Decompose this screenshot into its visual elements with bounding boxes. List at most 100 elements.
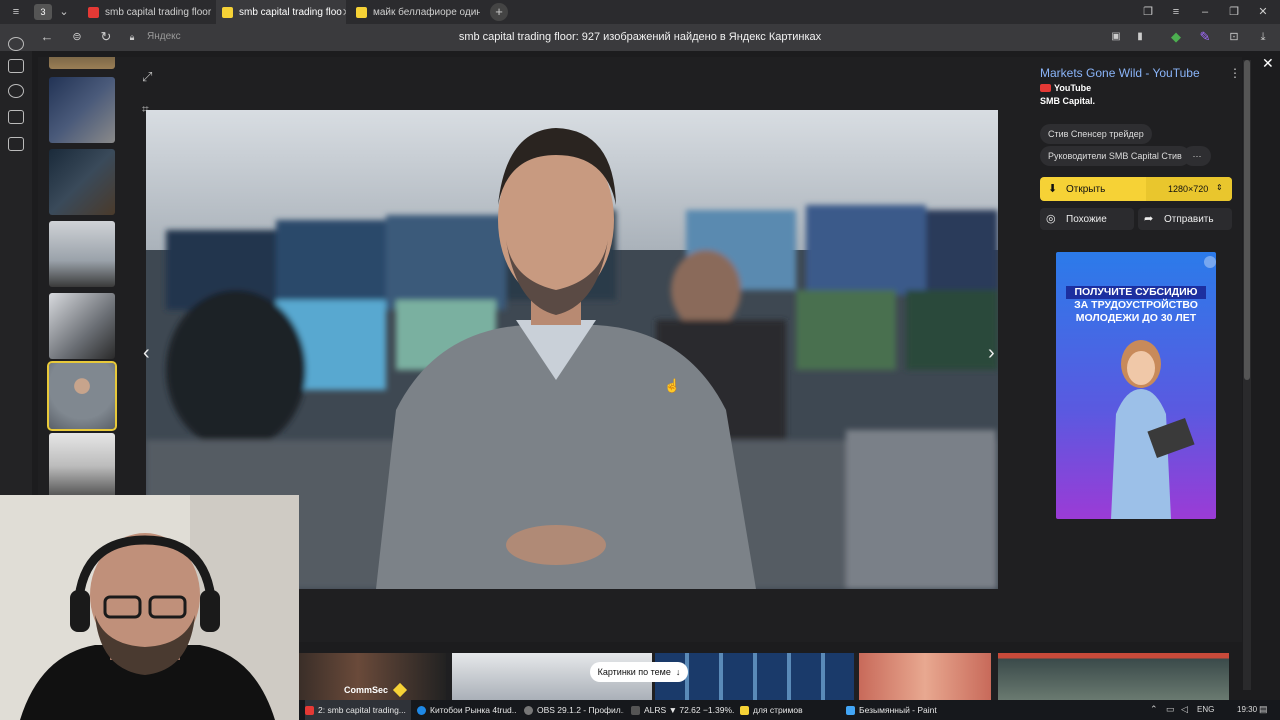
reload-icon[interactable]: ↻	[98, 29, 114, 45]
tab-label: smb capital trading floo	[239, 6, 342, 18]
minimize-icon[interactable]: –	[1197, 4, 1213, 20]
terminal-icon	[631, 705, 640, 715]
tab-label: smb capital trading floor —	[105, 6, 214, 18]
thumbnail[interactable]	[49, 149, 115, 215]
similar-label: Похожие	[1066, 214, 1107, 225]
clock[interactable]: 19:30	[1237, 705, 1257, 714]
tab-2[interactable]: smb capital trading floo ✕	[216, 0, 346, 24]
play-icon[interactable]	[8, 84, 24, 98]
browser-sidebar	[0, 37, 32, 501]
download-arrow-icon: ⬇	[1048, 183, 1058, 195]
thumbnail-strip	[38, 57, 128, 497]
tray-arrow-icon[interactable]: ⌃	[1150, 704, 1158, 715]
tab-counter[interactable]: 3	[34, 4, 52, 20]
yandex-favicon-icon	[88, 6, 99, 18]
arrow-down-icon: ↓	[675, 667, 681, 677]
open-label: Открыть	[1066, 184, 1106, 195]
s-app-icon[interactable]	[8, 110, 24, 124]
bookmark-icon[interactable]: ▮	[1132, 29, 1148, 45]
related-thumbnail[interactable]	[859, 653, 991, 700]
notifications-icon[interactable]: ▤	[1259, 704, 1268, 715]
channel-name: SMB Capital.	[1040, 96, 1096, 106]
language-indicator[interactable]: ENG	[1197, 705, 1214, 714]
taskbar-label: OBS 29.1.2 - Профил...	[537, 705, 624, 715]
taskbar-item[interactable]: 2: smb capital trading...	[305, 700, 411, 720]
source-site[interactable]: YouTube	[1040, 83, 1091, 93]
tab-3[interactable]: майк беллафиоре один ж	[350, 0, 480, 24]
maximize-icon[interactable]: ❐	[1226, 4, 1242, 20]
taskbar-label: 2: smb capital trading...	[318, 705, 406, 715]
reader-icon[interactable]: ▣	[1108, 29, 1124, 45]
more-tags-button[interactable]: ···	[1183, 146, 1211, 166]
new-tab-button[interactable]: +	[490, 3, 508, 21]
ad-headline: ПОЛУЧИТЕ СУБСИДИЮ ЗА ТРУДОУСТРОЙСТВО МОЛ…	[1064, 286, 1208, 325]
shield-icon[interactable]: ◆	[1168, 29, 1184, 45]
related-images-button[interactable]: Картинки по теме ↓	[590, 662, 688, 682]
ad-banner[interactable]: ПОЛУЧИТЕ СУБСИДИЮ ЗА ТРУДОУСТРОЙСТВО МОЛ…	[1056, 252, 1216, 519]
folder-icon	[740, 705, 749, 715]
collections-icon[interactable]	[8, 59, 24, 73]
tab-1[interactable]: smb capital trading floor —	[82, 0, 214, 24]
taskbar-item[interactable]: Китобои Рынка 4trud...	[417, 700, 517, 720]
source-title-link[interactable]: Markets Gone Wild - YouTube	[1040, 66, 1200, 80]
more-options-icon[interactable]: ⋮	[1229, 66, 1241, 80]
scrollbar[interactable]	[1243, 60, 1251, 690]
tag-chip[interactable]: Стив Спенсер трейдер	[1040, 124, 1152, 144]
taskbar-label: для стримов	[753, 705, 803, 715]
taskbar-item[interactable]: Безымянный - Paint	[846, 700, 946, 720]
close-tab-icon[interactable]: ✕	[342, 6, 346, 19]
ad-menu-icon[interactable]	[1204, 256, 1216, 268]
related-thumbnail[interactable]	[998, 653, 1229, 700]
sidebar-toggle-icon[interactable]: ⊡	[1226, 29, 1242, 45]
menu-icon[interactable]: ≡	[1168, 4, 1184, 20]
images-favicon-icon	[356, 6, 367, 18]
share-button[interactable]: ➦ Отправить	[1138, 208, 1232, 230]
similar-button[interactable]: ◎ Похожие	[1040, 208, 1134, 230]
similar-icon: ◎	[1046, 213, 1056, 225]
tag-chip[interactable]: Руководители SMB Capital Стив	[1040, 146, 1190, 166]
download-icon[interactable]: ⤓	[1255, 29, 1271, 45]
telegram-icon	[417, 705, 426, 715]
domain-label[interactable]: Яндекс	[147, 31, 181, 42]
close-window-icon[interactable]: ✕	[1255, 4, 1271, 20]
history-icon[interactable]	[8, 37, 24, 51]
taskbar-item[interactable]: для стримов	[740, 700, 830, 720]
close-viewer-icon[interactable]: ✕	[1262, 55, 1274, 72]
thumbnail[interactable]	[49, 293, 115, 359]
share-label: Отправить	[1164, 214, 1214, 225]
thumbnail-selected[interactable]	[47, 361, 117, 431]
thumbnail[interactable]	[49, 433, 115, 497]
fullscreen-icon[interactable]: ⤢	[142, 70, 156, 84]
related-thumbnail[interactable]: CommSec	[299, 653, 446, 700]
related-images-strip: CommSec Картинки по теме ↓	[299, 653, 1229, 700]
thumbnail[interactable]	[49, 77, 115, 143]
paint-icon	[846, 705, 855, 715]
size-label: 1280×720	[1168, 184, 1209, 194]
back-icon[interactable]: ←	[39, 29, 55, 45]
taskbar-item[interactable]: ALRS ▼ 72.62 −1.39%...	[631, 700, 735, 720]
page-title[interactable]: smb capital trading floor: 927 изображен…	[300, 31, 980, 43]
taskbar-item[interactable]: OBS 29.1.2 - Профил...	[524, 700, 624, 720]
ad-line: ЗА ТРУДОУСТРОЙСТВО	[1074, 299, 1198, 311]
youtube-icon	[1040, 84, 1051, 92]
taskbar-label: Китобои Рынка 4trud...	[430, 705, 517, 715]
share-icon: ➦	[1144, 213, 1154, 225]
open-button[interactable]: ⬇ Открыть 1280×720 ⇕	[1040, 177, 1232, 201]
screenshot-icon[interactable]	[8, 137, 24, 151]
thumbnail[interactable]	[49, 57, 115, 69]
thumbnail[interactable]	[49, 221, 115, 287]
tab-bar: ≡ 3 ⌄ smb capital trading floor — smb ca…	[0, 0, 1280, 24]
protect-icon[interactable]: ⊜	[69, 29, 85, 45]
prev-image-icon[interactable]: ‹	[143, 342, 150, 365]
next-image-icon[interactable]: ›	[988, 342, 995, 365]
extension-icon[interactable]: ✎	[1197, 29, 1213, 45]
scrollbar-thumb[interactable]	[1244, 60, 1250, 380]
related-label: Картинки по теме	[597, 667, 671, 677]
chevron-down-icon[interactable]: ⌄	[56, 4, 72, 20]
browser-menu-icon[interactable]: ≡	[8, 4, 24, 20]
site-name: YouTube	[1054, 83, 1092, 93]
network-icon[interactable]: ▭	[1166, 704, 1175, 715]
volume-icon[interactable]: ◁	[1181, 704, 1188, 715]
webcam-feed	[0, 495, 299, 720]
tabs-panel-icon[interactable]: ❐	[1140, 4, 1156, 20]
